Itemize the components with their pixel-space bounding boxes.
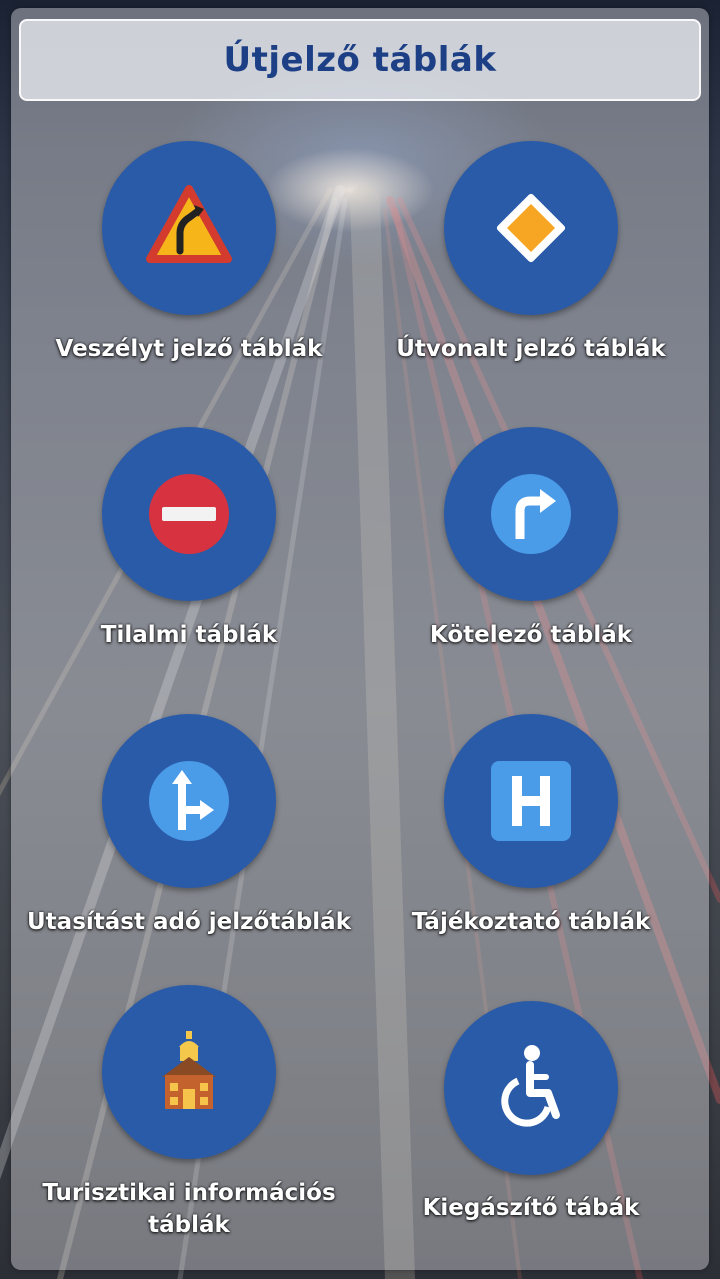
category-tile-route-signs[interactable]: Útvonalt jelző táblák	[361, 141, 701, 371]
category-icon-circle	[102, 985, 276, 1159]
category-label: Útvonalt jelző táblák	[396, 336, 666, 362]
church-building-icon	[162, 1031, 216, 1109]
category-icon-circle	[102, 427, 276, 601]
category-icon-circle	[444, 714, 618, 888]
category-label: Turisztikai információs táblák	[42, 1180, 336, 1238]
mandatory-turn-right-sign-icon	[491, 474, 571, 554]
page-title: Útjelző táblák	[223, 40, 497, 80]
priority-road-sign-icon	[496, 193, 566, 263]
category-label: Veszélyt jelző táblák	[55, 336, 323, 362]
category-icon-circle	[444, 427, 618, 601]
direction-arrows-sign-icon	[149, 761, 229, 841]
category-tile-information-signs[interactable]: Tájékoztató táblák	[361, 714, 701, 944]
category-label: Utasítást adó jelzőtáblák	[27, 909, 351, 935]
category-label: Kötelező táblák	[429, 622, 633, 648]
warning-curve-sign-icon	[146, 185, 232, 263]
category-label: Tilalmi táblák	[100, 622, 278, 648]
category-icon-circle	[444, 141, 618, 315]
category-label: Kiegászítő tábák	[422, 1195, 640, 1221]
title-bar: Útjelző táblák	[19, 19, 701, 101]
category-tile-tourist-signs[interactable]: Turisztikai információs táblák	[19, 985, 359, 1245]
hospital-h-sign-icon	[491, 761, 571, 841]
category-tile-instruction-signs[interactable]: Utasítást adó jelzőtáblák	[19, 714, 359, 944]
category-tile-prohibition-signs[interactable]: Tilalmi táblák	[19, 427, 359, 657]
category-icon-circle	[102, 714, 276, 888]
category-tile-supplementary-signs[interactable]: Kiegászítő tábák	[361, 1001, 701, 1231]
category-label: Tájékoztató táblák	[411, 909, 651, 935]
no-entry-sign-icon	[149, 474, 229, 554]
category-icon-circle	[102, 141, 276, 315]
category-icon-circle	[444, 1001, 618, 1175]
category-tile-warning-signs[interactable]: Veszélyt jelző táblák	[19, 141, 359, 371]
wheelchair-icon	[501, 1045, 560, 1127]
category-tile-mandatory-signs[interactable]: Kötelező táblák	[361, 427, 701, 657]
